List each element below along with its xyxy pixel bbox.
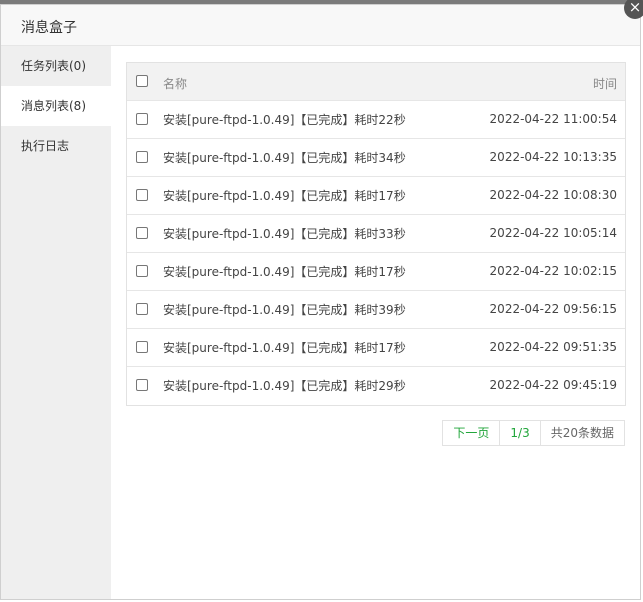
column-header-name: 名称 — [163, 77, 188, 91]
sidebar: 任务列表(0) 消息列表(8) 执行日志 — [1, 46, 111, 599]
table-row: 安装[pure-ftpd-1.0.49]【已完成】耗时34秒 2022-04-2… — [127, 139, 625, 177]
next-page-button[interactable]: 下一页 — [443, 421, 501, 445]
select-all-checkbox[interactable] — [136, 75, 148, 87]
message-name: 安装[pure-ftpd-1.0.49]【已完成】耗时17秒 — [163, 341, 406, 355]
message-box-dialog: 消息盒子 × 任务列表(0) 消息列表(8) 执行日志 名称 时间 安装[pur… — [0, 0, 643, 600]
message-name: 安装[pure-ftpd-1.0.49]【已完成】耗时29秒 — [163, 379, 406, 393]
message-time: 2022-04-22 10:02:15 — [489, 264, 617, 278]
pagination: 下一页 1/3 共20条数据 — [442, 420, 625, 446]
table-row: 安装[pure-ftpd-1.0.49]【已完成】耗时39秒 2022-04-2… — [127, 291, 625, 329]
message-time: 2022-04-22 10:13:35 — [489, 150, 617, 164]
message-name: 安装[pure-ftpd-1.0.49]【已完成】耗时34秒 — [163, 151, 406, 165]
row-checkbox[interactable] — [136, 341, 148, 353]
row-checkbox[interactable] — [136, 227, 148, 239]
table-header: 名称 时间 — [127, 63, 625, 101]
sidebar-item-task-list[interactable]: 任务列表(0) — [1, 46, 111, 86]
close-icon[interactable]: × — [624, 0, 643, 19]
page-indicator: 1/3 — [500, 421, 541, 445]
row-checkbox[interactable] — [136, 303, 148, 315]
message-time: 2022-04-22 10:05:14 — [489, 226, 617, 240]
table-row: 安装[pure-ftpd-1.0.49]【已完成】耗时22秒 2022-04-2… — [127, 101, 625, 139]
dialog-title: 消息盒子 — [21, 20, 77, 36]
table-row: 安装[pure-ftpd-1.0.49]【已完成】耗时33秒 2022-04-2… — [127, 215, 625, 253]
message-name: 安装[pure-ftpd-1.0.49]【已完成】耗时33秒 — [163, 227, 406, 241]
table-row: 安装[pure-ftpd-1.0.49]【已完成】耗时17秒 2022-04-2… — [127, 329, 625, 367]
message-name: 安装[pure-ftpd-1.0.49]【已完成】耗时17秒 — [163, 189, 406, 203]
column-header-time: 时间 — [592, 77, 617, 91]
row-checkbox[interactable] — [136, 379, 148, 391]
table-row: 安装[pure-ftpd-1.0.49]【已完成】耗时29秒 2022-04-2… — [127, 367, 625, 405]
message-time: 2022-04-22 10:08:30 — [489, 188, 617, 202]
message-name: 安装[pure-ftpd-1.0.49]【已完成】耗时22秒 — [163, 113, 406, 127]
message-time: 2022-04-22 09:56:15 — [489, 302, 617, 316]
dialog-title-bar: 消息盒子 — [1, 5, 640, 46]
row-checkbox[interactable] — [136, 265, 148, 277]
total-count: 共20条数据 — [550, 426, 614, 440]
row-checkbox[interactable] — [136, 189, 148, 201]
sidebar-item-message-list[interactable]: 消息列表(8) — [1, 86, 111, 126]
row-checkbox[interactable] — [136, 113, 148, 125]
message-time: 2022-04-22 09:45:19 — [489, 378, 617, 392]
message-name: 安装[pure-ftpd-1.0.49]【已完成】耗时17秒 — [163, 265, 406, 279]
table-row: 安装[pure-ftpd-1.0.49]【已完成】耗时17秒 2022-04-2… — [127, 253, 625, 291]
message-time: 2022-04-22 09:51:35 — [489, 340, 617, 354]
message-list-panel: 名称 时间 安装[pure-ftpd-1.0.49]【已完成】耗时22秒 202… — [111, 46, 640, 599]
message-table: 名称 时间 安装[pure-ftpd-1.0.49]【已完成】耗时22秒 202… — [126, 62, 626, 406]
message-name: 安装[pure-ftpd-1.0.49]【已完成】耗时39秒 — [163, 303, 406, 317]
table-row: 安装[pure-ftpd-1.0.49]【已完成】耗时17秒 2022-04-2… — [127, 177, 625, 215]
row-checkbox[interactable] — [136, 151, 148, 163]
message-time: 2022-04-22 11:00:54 — [489, 112, 617, 126]
sidebar-item-execution-log[interactable]: 执行日志 — [1, 126, 111, 166]
